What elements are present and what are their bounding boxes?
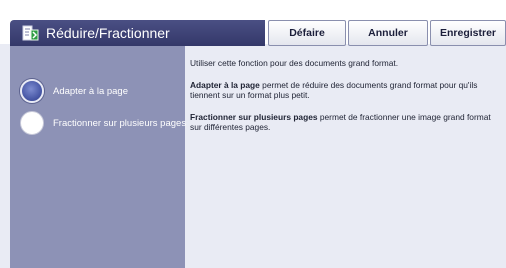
reduce-split-screen: Réduire/Fractionner Défaire Annuler Enre…: [0, 0, 506, 268]
option-label: Adapter à la page: [53, 85, 129, 97]
intro-text: Utiliser cette fonction pour des documen…: [190, 58, 399, 68]
options-panel: Adapter à la page Fractionner sur plusie…: [10, 46, 187, 268]
radio-unselected-icon[interactable]: [20, 111, 44, 135]
option-split-pages[interactable]: Fractionner sur plusieurs pages: [20, 109, 187, 137]
option-label: Fractionner sur plusieurs pages: [53, 117, 187, 129]
header: Réduire/Fractionner Défaire Annuler Enre…: [0, 0, 506, 46]
split-title: Fractionner sur plusieurs pages: [190, 112, 318, 122]
page-title: Réduire/Fractionner: [46, 25, 170, 41]
description-panel: Utiliser cette fonction pour des documen…: [186, 46, 506, 268]
split-description: Fractionner sur plusieurs pages permet d…: [190, 112, 502, 132]
save-button[interactable]: Enregistrer: [430, 20, 506, 46]
undo-button[interactable]: Défaire: [268, 20, 346, 46]
fit-title: Adapter à la page: [190, 80, 260, 90]
reduce-split-icon: [22, 24, 40, 43]
radio-selected-icon[interactable]: [20, 79, 44, 103]
fit-description: Adapter à la page permet de réduire des …: [190, 80, 502, 100]
option-fit-to-page[interactable]: Adapter à la page: [20, 77, 185, 105]
title-bar: Réduire/Fractionner: [10, 20, 265, 46]
cancel-button[interactable]: Annuler: [348, 20, 428, 46]
